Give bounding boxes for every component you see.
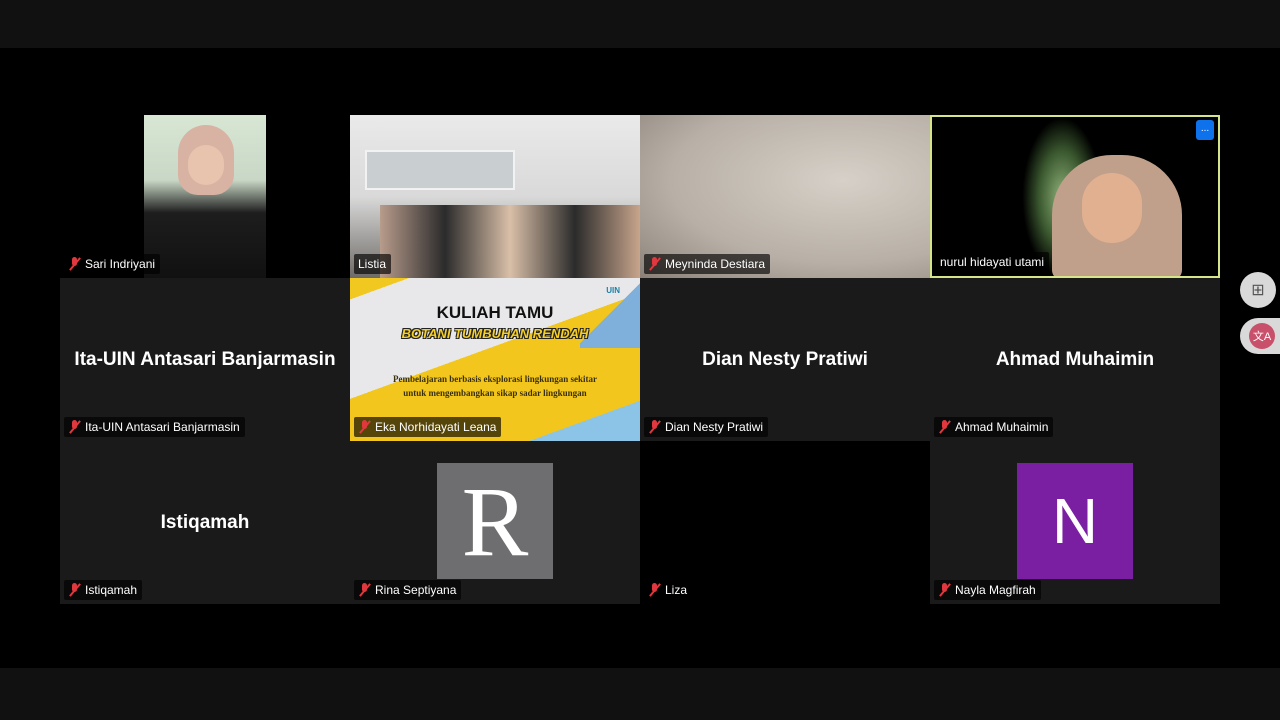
video-tile[interactable]: Listia [350,115,640,278]
video-tile[interactable]: Ita-UIN Antasari Banjarmasin Ita-UIN Ant… [60,278,350,441]
slide-text: Pembelajaran berbasis eksplorasi lingkun… [392,374,598,384]
participant-name-label: Rina Septiyana [354,580,462,600]
participant-display-name: Istiqamah [160,511,250,533]
mic-muted-icon [358,583,371,597]
video-tile[interactable]: Liza [640,441,930,604]
apps-grid-icon[interactable]: ⊞ [1240,272,1276,308]
participant-display-name: Ahmad Muhaimin [995,348,1155,370]
slide-text: untuk mengembangkan sikap sadar lingkung… [403,388,587,398]
participant-video [1052,155,1182,276]
mic-muted-icon [648,420,661,434]
participant-video [380,205,640,278]
video-tile[interactable]: N Nayla Magfirah [930,441,1220,604]
participant-display-name: Ita-UIN Antasari Banjarmasin [74,348,336,370]
mic-muted-icon [68,420,81,434]
mic-muted-icon [938,420,951,434]
mic-muted-icon [938,583,951,597]
participant-name-label: Nayla Magfirah [934,580,1041,600]
translate-button[interactable]: 文A [1240,318,1280,354]
uin-logo: UIN [606,286,620,295]
video-tile[interactable]: Istiqamah Istiqamah [60,441,350,604]
participant-name-label: Ahmad Muhaimin [934,417,1054,437]
mic-muted-icon [648,257,661,271]
participant-name-label: Eka Norhidayati Leana [354,417,502,437]
video-tile[interactable]: Sari Indriyani [60,115,350,278]
shared-screen-tile[interactable]: UIN KULIAH TAMU BOTANI TUMBUHAN RENDAH P… [350,278,640,441]
video-tile[interactable]: Meyninda Destiara [640,115,930,278]
participant-video [144,115,266,278]
mic-muted-icon [68,257,81,271]
mic-muted-icon [648,583,661,597]
video-tile-active-speaker[interactable]: ... nurul hidayati utami [930,115,1220,278]
bottom-bar [0,668,1280,720]
translate-icon: 文A [1249,323,1275,349]
mic-muted-icon [68,583,81,597]
participant-display-name: Dian Nesty Pratiwi [702,348,868,370]
more-options-button[interactable]: ... [1196,120,1214,140]
participant-name-label: Istiqamah [64,580,143,600]
mic-muted-icon [358,420,371,434]
video-tile[interactable]: Ahmad Muhaimin Ahmad Muhaimin [930,278,1220,441]
participant-name-label: nurul hidayati utami [936,252,1050,272]
slide-subtitle: BOTANI TUMBUHAN RENDAH [401,326,589,341]
profile-avatar: R [437,463,553,579]
profile-avatar: N [1017,463,1133,579]
slide-title: KULIAH TAMU [436,303,554,322]
window-decor [365,150,515,190]
video-tile[interactable]: Dian Nesty Pratiwi Dian Nesty Pratiwi [640,278,930,441]
participant-name-label: Sari Indriyani [64,254,161,274]
participant-name-label: Dian Nesty Pratiwi [644,417,769,437]
video-tile[interactable]: R Rina Septiyana [350,441,640,604]
top-bar [0,0,1280,48]
participant-name-label: Ita-UIN Antasari Banjarmasin [64,417,245,437]
participant-name-label: Listia [354,254,392,274]
participant-name-label: Liza [644,580,693,600]
participant-name-label: Meyninda Destiara [644,254,771,274]
